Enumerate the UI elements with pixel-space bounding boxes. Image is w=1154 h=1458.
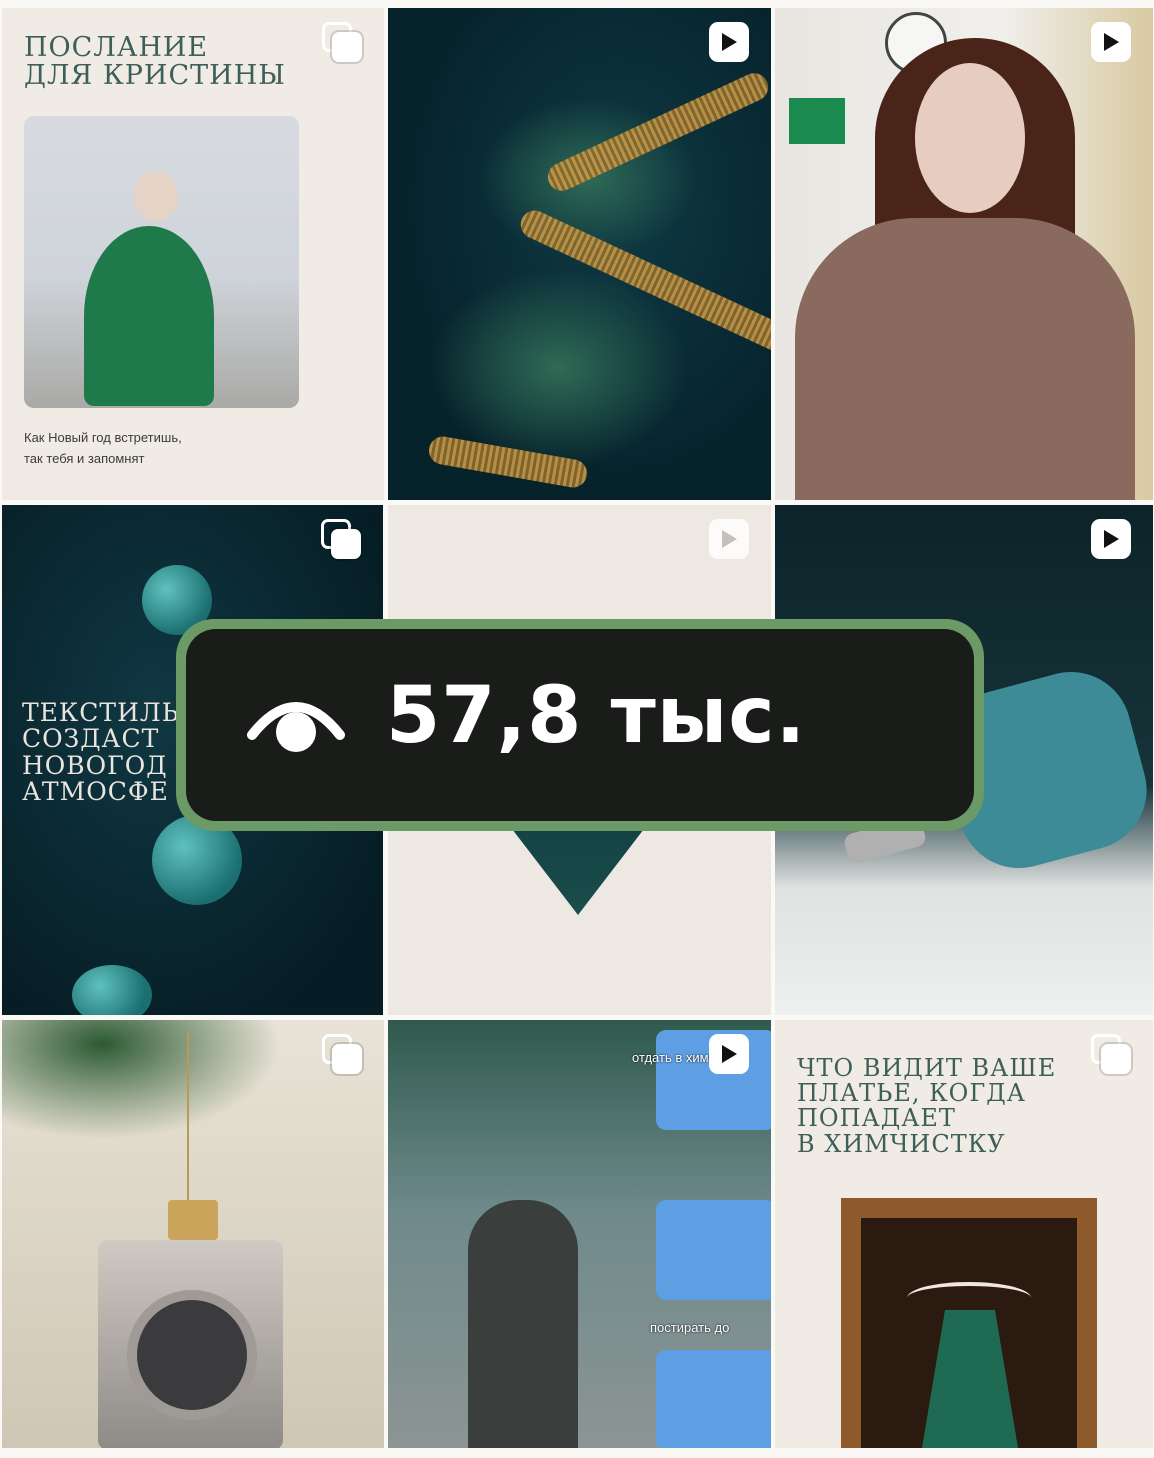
grid-post-9[interactable]: ЧТО ВИДИТ ВАШЕ ПЛАТЬЕ, КОГДА ПОПАДАЕТ В … — [775, 1020, 1153, 1448]
album-icon — [322, 22, 362, 62]
video-caption: постирать до — [650, 1320, 730, 1335]
exit-sign — [789, 98, 845, 144]
ornament-string — [187, 1030, 189, 1210]
post-title: ТЕКСТИЛЬ СОЗДАСТ НОВОГОД АТМОСФЕ — [22, 698, 180, 806]
post-title-line: СОЗДАСТ — [22, 724, 160, 754]
ornament-cap — [168, 1200, 218, 1240]
face-shape — [915, 63, 1025, 213]
reel-icon — [1091, 519, 1131, 559]
album-icon — [322, 1034, 362, 1074]
post-title-line: АТМОСФЕ — [22, 776, 169, 806]
post-title: ПОСЛАНИЕ ДЛЯ КРИСТИНЫ — [24, 32, 286, 92]
reel-icon — [709, 519, 749, 559]
folder-shape — [656, 1350, 771, 1448]
post-title-line: ДЛЯ КРИСТИНЫ — [24, 60, 286, 92]
hanger-shape — [907, 1282, 1031, 1314]
ornament-ball — [72, 965, 152, 1015]
post-title-line: ПЛАТЬЕ, КОГДА — [797, 1079, 1026, 1108]
grid-post-8[interactable]: отдать в химчис постирать до — [388, 1020, 771, 1448]
grid-post-3[interactable] — [775, 8, 1153, 500]
caption-line: Как Новый год встретишь, — [24, 430, 182, 445]
washer-door — [127, 1290, 257, 1420]
views-counter: 57,8 тыс. — [176, 619, 984, 831]
folder-shape — [656, 1200, 771, 1300]
views-count: 57,8 тыс. — [386, 671, 807, 761]
head-shape — [134, 171, 178, 221]
person-shape — [468, 1200, 578, 1448]
grid-post-7[interactable] — [2, 1020, 384, 1448]
sweater-shape — [795, 218, 1135, 500]
reel-icon — [709, 22, 749, 62]
post-title-line: НОВОГОД — [22, 750, 168, 780]
post-title-line: ПОСЛАНИЕ — [24, 32, 209, 63]
post-title: ЧТО ВИДИТ ВАШЕ ПЛАТЬЕ, КОГДА ПОПАДАЕТ В … — [797, 1054, 1057, 1158]
eye-icon — [247, 702, 345, 752]
reel-icon — [1091, 22, 1131, 62]
post-photo — [24, 116, 299, 408]
pine-branch — [428, 268, 688, 468]
grid-post-2[interactable] — [388, 8, 771, 500]
caption-line: так тебя и запомнят — [24, 450, 145, 466]
album-icon — [1091, 1034, 1131, 1074]
post-title-line: ТЕКСТИЛЬ — [22, 698, 180, 727]
grid-post-1[interactable]: ПОСЛАНИЕ ДЛЯ КРИСТИНЫ Как Новый год встр… — [2, 8, 384, 500]
post-title-line: В ХИМЧИСТКУ — [797, 1129, 1006, 1158]
album-icon — [321, 519, 361, 559]
pine-branch — [2, 1020, 282, 1140]
post-caption: Как Новый год встретишь, так тебя и запо… — [24, 428, 182, 470]
post-title-line: ПОПАДАЕТ — [797, 1104, 956, 1133]
reel-icon — [709, 1034, 749, 1074]
dress-shape — [84, 226, 214, 406]
post-title-line: ЧТО ВИДИТ ВАШЕ — [797, 1054, 1057, 1082]
views-counter-inner: 57,8 тыс. — [186, 629, 974, 821]
